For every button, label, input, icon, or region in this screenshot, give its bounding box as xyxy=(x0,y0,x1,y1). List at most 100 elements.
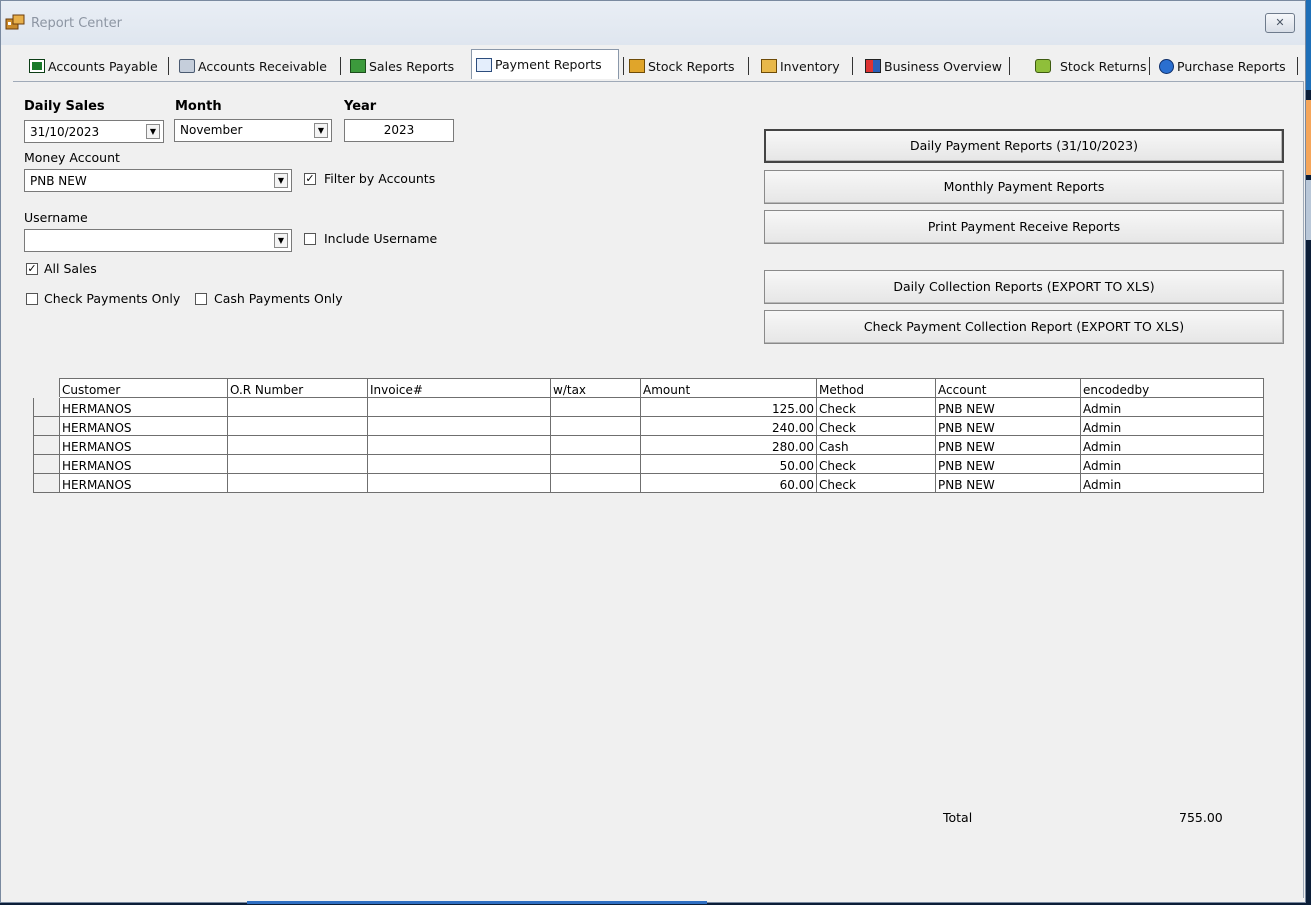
cell-account[interactable]: PNB NEW xyxy=(935,397,1081,417)
tab-accounts-payable[interactable]: Accounts Payable xyxy=(29,53,158,79)
chevron-down-icon[interactable]: ▼ xyxy=(274,233,288,248)
row-selector[interactable] xyxy=(33,397,60,417)
tab-payment-reports[interactable]: Payment Reports xyxy=(471,49,619,79)
username-select[interactable]: ▼ xyxy=(24,229,292,252)
column-header-method[interactable]: Method xyxy=(816,378,936,398)
cell-or-number[interactable] xyxy=(227,416,368,436)
include-username-label: Include Username xyxy=(324,231,438,246)
cell-account[interactable]: PNB NEW xyxy=(935,416,1081,436)
daily-sales-value: 31/10/2023 xyxy=(30,125,100,139)
cell-method[interactable]: Check xyxy=(816,454,936,474)
row-selector[interactable] xyxy=(33,454,60,474)
cell-account[interactable]: PNB NEW xyxy=(935,435,1081,455)
cell-wtax[interactable] xyxy=(550,435,641,455)
username-label: Username xyxy=(24,210,88,225)
cell-amount[interactable]: 60.00 xyxy=(640,473,817,493)
column-header-wtax[interactable]: w/tax xyxy=(550,378,641,398)
column-header-invoice[interactable]: Invoice# xyxy=(367,378,551,398)
print-payment-receive-reports-button[interactable]: Print Payment Receive Reports xyxy=(764,210,1284,244)
table-row[interactable]: HERMANOS 240.00 Check PNB NEW Admin xyxy=(33,416,1264,436)
cell-customer[interactable]: HERMANOS xyxy=(59,435,228,455)
window-title: Report Center xyxy=(31,16,122,31)
cell-method[interactable]: Cash xyxy=(816,435,936,455)
cell-customer[interactable]: HERMANOS xyxy=(59,473,228,493)
money-account-select[interactable]: PNB NEW ▼ xyxy=(24,169,292,192)
row-selector[interactable] xyxy=(33,473,60,493)
box-icon xyxy=(629,59,645,73)
all-sales-checkbox[interactable]: ✓ xyxy=(26,263,38,275)
chevron-down-icon[interactable]: ▼ xyxy=(146,124,160,139)
money-account-label: Money Account xyxy=(24,150,120,165)
cell-or-number[interactable] xyxy=(227,473,368,493)
row-selector[interactable] xyxy=(33,435,60,455)
cell-or-number[interactable] xyxy=(227,454,368,474)
tab-business-overview[interactable]: Business Overview xyxy=(865,53,1002,79)
year-input[interactable]: 2023 xyxy=(344,119,454,142)
cell-amount[interactable]: 240.00 xyxy=(640,416,817,436)
cell-customer[interactable]: HERMANOS xyxy=(59,397,228,417)
cell-invoice[interactable] xyxy=(367,397,551,417)
daily-sales-date-picker[interactable]: 31/10/2023 ▼ xyxy=(24,120,164,143)
chevron-down-icon[interactable]: ▼ xyxy=(274,173,288,188)
row-selector[interactable] xyxy=(33,416,60,436)
cell-customer[interactable]: HERMANOS xyxy=(59,454,228,474)
include-username-checkbox[interactable] xyxy=(304,233,316,245)
monthly-payment-reports-button[interactable]: Monthly Payment Reports xyxy=(764,170,1284,204)
table-row[interactable]: HERMANOS 60.00 Check PNB NEW Admin xyxy=(33,473,1264,493)
tab-label: Purchase Reports xyxy=(1177,58,1286,74)
cell-amount[interactable]: 280.00 xyxy=(640,435,817,455)
cell-encodedby[interactable]: Admin xyxy=(1080,435,1264,455)
cell-wtax[interactable] xyxy=(550,397,641,417)
cell-wtax[interactable] xyxy=(550,473,641,493)
tab-separator xyxy=(852,57,853,75)
tab-sales-reports[interactable]: Sales Reports xyxy=(350,53,454,79)
cell-amount[interactable]: 125.00 xyxy=(640,397,817,417)
column-header-amount[interactable]: Amount xyxy=(640,378,817,398)
cell-account[interactable]: PNB NEW xyxy=(935,454,1081,474)
table-row[interactable]: HERMANOS 280.00 Cash PNB NEW Admin xyxy=(33,435,1264,455)
cell-invoice[interactable] xyxy=(367,454,551,474)
tab-stock-reports[interactable]: Stock Reports xyxy=(629,53,735,79)
cell-or-number[interactable] xyxy=(227,397,368,417)
table-row[interactable]: HERMANOS 50.00 Check PNB NEW Admin xyxy=(33,454,1264,474)
column-header-customer[interactable]: Customer xyxy=(59,378,228,398)
tab-accounts-receivable[interactable]: Accounts Receivable xyxy=(179,53,327,79)
tab-label: Stock Returns xyxy=(1060,58,1147,74)
cell-method[interactable]: Check xyxy=(816,473,936,493)
cell-encodedby[interactable]: Admin xyxy=(1080,416,1264,436)
cell-wtax[interactable] xyxy=(550,416,641,436)
cell-account[interactable]: PNB NEW xyxy=(935,473,1081,493)
table-row[interactable]: HERMANOS 125.00 Check PNB NEW Admin xyxy=(33,397,1264,417)
cell-or-number[interactable] xyxy=(227,435,368,455)
grid-icon xyxy=(865,59,881,73)
cell-invoice[interactable] xyxy=(367,416,551,436)
cell-wtax[interactable] xyxy=(550,454,641,474)
tab-purchase-reports[interactable]: Purchase Reports xyxy=(1159,53,1286,79)
cell-method[interactable]: Check xyxy=(816,397,936,417)
chevron-down-icon[interactable]: ▼ xyxy=(314,123,328,138)
report-center-window: Report Center ✕ Accounts Payable Account… xyxy=(0,0,1306,904)
money-account-value: PNB NEW xyxy=(30,174,87,188)
column-header-account[interactable]: Account xyxy=(935,378,1081,398)
tab-inventory[interactable]: Inventory xyxy=(761,53,840,79)
close-button[interactable]: ✕ xyxy=(1265,13,1295,33)
column-header-or-number[interactable]: O.R Number xyxy=(227,378,368,398)
cell-invoice[interactable] xyxy=(367,473,551,493)
column-header-encodedby[interactable]: encodedby xyxy=(1080,378,1264,398)
cell-encodedby[interactable]: Admin xyxy=(1080,473,1264,493)
cell-encodedby[interactable]: Admin xyxy=(1080,454,1264,474)
cell-encodedby[interactable]: Admin xyxy=(1080,397,1264,417)
check-payments-only-checkbox[interactable] xyxy=(26,293,38,305)
cell-invoice[interactable] xyxy=(367,435,551,455)
cash-payments-only-checkbox[interactable] xyxy=(195,293,207,305)
daily-payment-reports-button[interactable]: Daily Payment Reports (31/10/2023) xyxy=(764,129,1284,163)
month-select[interactable]: November ▼ xyxy=(174,119,332,142)
cell-customer[interactable]: HERMANOS xyxy=(59,416,228,436)
filter-by-accounts-checkbox[interactable]: ✓ xyxy=(304,173,316,185)
cell-amount[interactable]: 50.00 xyxy=(640,454,817,474)
cash-payments-only-label: Cash Payments Only xyxy=(214,291,343,306)
tab-stock-returns[interactable]: Stock Returns xyxy=(1035,53,1147,79)
cell-method[interactable]: Check xyxy=(816,416,936,436)
check-payment-collection-report-button[interactable]: Check Payment Collection Report (EXPORT … xyxy=(764,310,1284,344)
daily-collection-reports-button[interactable]: Daily Collection Reports (EXPORT TO XLS) xyxy=(764,270,1284,304)
